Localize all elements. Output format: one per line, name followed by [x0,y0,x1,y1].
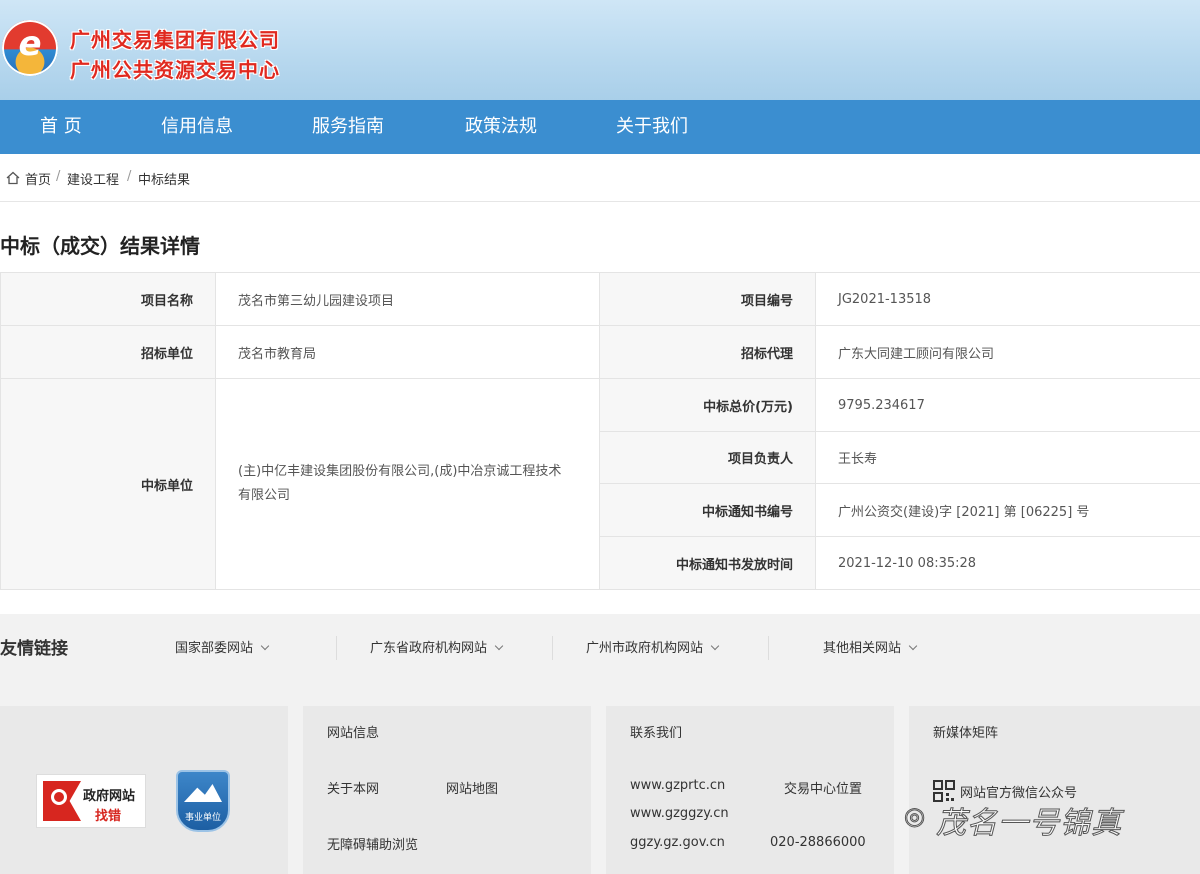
divider [336,636,337,660]
site-info-title: 网站信息 [327,726,380,741]
breadcrumb-construction[interactable]: 建设工程 [67,169,119,188]
label-project-no: 项目编号 [600,273,816,326]
home-icon [6,171,20,185]
value-notice-time: 2021-12-10 08:35:28 [816,537,1200,589]
page-title: 中标（成交）结果详情 [0,234,200,258]
contact-phone: 020-28866000 [770,835,866,850]
label-project-name: 项目名称 [1,273,216,326]
value-notice-no: 广州公资交(建设)字 [2021] 第 [06225] 号 [816,484,1200,537]
label-manager: 项目负责人 [600,432,816,484]
friendly-links-bar: 友情链接 国家部委网站 广东省政府机构网站 广州市政府机构网站 其他相关网站 [0,614,1200,680]
link-dropdown-label: 广东省政府机构网站 [370,641,488,656]
link-about-site[interactable]: 关于本网 [327,778,379,797]
value-agent: 广东大同建工顾问有限公司 [816,326,1200,379]
chevron-down-icon [494,641,504,651]
gov-site-error-badge[interactable]: 政府网站 找错 [36,774,146,828]
nav-home[interactable]: 首 页 [40,100,82,154]
public-institution-badge[interactable]: 事业单位 [176,770,230,832]
org-name-secondary: 广州公共资源交易中心 [70,58,280,82]
label-agent: 招标代理 [600,326,816,379]
link-site-gzggzy[interactable]: www.gzggzy.cn [630,806,729,821]
org-name-primary: 广州交易集团有限公司 [70,28,280,52]
detail-table: 项目名称 茂名市第三幼儿园建设项目 项目编号 JG2021-13518 招标单位… [0,272,1200,590]
gov-badge-line1: 政府网站 [83,789,136,804]
new-media-title: 新媒体矩阵 [933,726,999,741]
breadcrumb-separator: / [56,169,61,184]
value-winner: (主)中亿丰建设集团股份有限公司,(成)中冶京诚工程技术有限公司 [216,379,600,589]
chevron-down-icon [908,641,918,651]
friendly-links-title: 友情链接 [0,639,68,659]
chevron-down-icon [710,641,720,651]
divider [768,636,769,660]
breadcrumb: 首页 / 建设工程 / 中标结果 [0,154,1200,202]
breadcrumb-separator: / [127,169,132,184]
contact-panel: 联系我们 www.gzprtc.cn 交易中心位置 www.gzggzy.cn … [606,706,894,874]
footer-badges-panel: 政府网站 找错 事业单位 [0,706,288,874]
breadcrumb-current: 中标结果 [138,173,191,188]
link-dropdown-national[interactable]: 国家部委网站 [175,637,270,656]
value-tenderer: 茂名市教育局 [216,326,600,379]
contact-title: 联系我们 [630,726,683,741]
nav-about-us[interactable]: 关于我们 [616,100,688,154]
link-dropdown-label: 国家部委网站 [175,641,254,656]
link-center-location[interactable]: 交易中心位置 [784,778,862,797]
link-dropdown-guangzhou[interactable]: 广州市政府机构网站 [586,637,720,656]
nav-policy[interactable]: 政策法规 [465,100,537,154]
main-nav: 首 页 信用信息 服务指南 政策法规 关于我们 [0,100,1200,154]
new-media-panel: 新媒体矩阵 网站官方微信公众号 [909,706,1200,874]
link-site-ggzy[interactable]: ggzy.gz.gov.cn [630,835,725,850]
nav-service-guide[interactable]: 服务指南 [312,100,384,154]
site-info-panel: 网站信息 关于本网 网站地图 无障碍辅助浏览 [303,706,591,874]
label-tenderer: 招标单位 [1,326,216,379]
link-sitemap[interactable]: 网站地图 [446,778,498,797]
label-notice-no: 中标通知书编号 [600,484,816,537]
wechat-watermark-icon: ◎ [904,802,926,831]
label-total-price: 中标总价(万元) [600,379,816,432]
magnifier-icon [51,789,67,805]
chevron-down-icon [260,641,270,651]
site-header: e 广州交易集团有限公司 广州公共资源交易中心 [0,0,1200,100]
site-logo[interactable]: e [2,20,58,76]
link-dropdown-guangdong[interactable]: 广东省政府机构网站 [370,637,504,656]
value-project-name: 茂名市第三幼儿园建设项目 [216,273,600,326]
watermark-text: 茂名一号锦真 [936,806,1122,842]
link-dropdown-label: 广州市政府机构网站 [586,641,704,656]
link-accessibility[interactable]: 无障碍辅助浏览 [327,834,418,853]
label-winner: 中标单位 [1,379,216,589]
value-project-no: JG2021-13518 [816,273,1200,326]
mountain-icon [184,784,222,802]
detail-section: 中标（成交）结果详情 项目名称 茂名市第三幼儿园建设项目 项目编号 JG2021… [0,202,1200,614]
link-site-gzprtc[interactable]: www.gzprtc.cn [630,778,725,793]
divider [552,636,553,660]
unit-badge-label: 事业单位 [184,813,221,823]
nav-credit-info[interactable]: 信用信息 [161,100,233,154]
logo-letter: e [18,24,42,64]
label-notice-time: 中标通知书发放时间 [600,537,816,589]
gov-badge-line2: 找错 [95,809,122,824]
value-manager: 王长寿 [816,432,1200,484]
link-dropdown-label: 其他相关网站 [823,641,902,656]
link-dropdown-other[interactable]: 其他相关网站 [823,637,918,656]
value-total-price: 9795.234617 [816,379,1200,432]
breadcrumb-home[interactable]: 首页 [25,169,51,188]
